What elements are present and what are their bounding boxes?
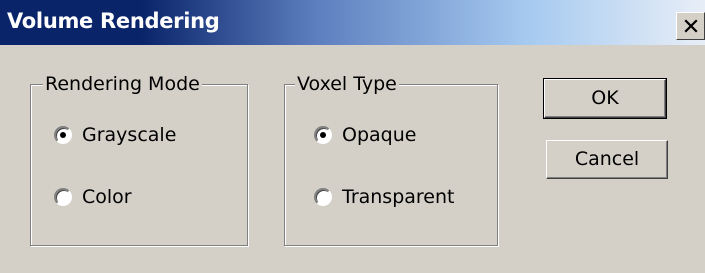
radio-grayscale-label: Grayscale bbox=[82, 124, 177, 146]
title-bar[interactable]: Volume Rendering bbox=[0, 0, 705, 45]
cancel-button[interactable]: Cancel bbox=[546, 140, 668, 179]
radio-transparent-label: Transparent bbox=[342, 186, 455, 208]
radio-grayscale[interactable]: Grayscale bbox=[54, 124, 176, 146]
close-icon bbox=[684, 19, 698, 33]
radio-unselected-icon[interactable] bbox=[54, 188, 72, 206]
window-title: Volume Rendering bbox=[7, 9, 220, 33]
ok-button[interactable]: OK bbox=[543, 78, 667, 119]
close-button[interactable] bbox=[676, 12, 705, 40]
rendering-mode-group: Rendering Mode Grayscale Color bbox=[30, 72, 248, 246]
radio-opaque-label: Opaque bbox=[342, 124, 417, 146]
radio-selected-icon[interactable] bbox=[54, 126, 72, 144]
rendering-mode-legend: Rendering Mode bbox=[43, 72, 202, 96]
radio-transparent[interactable]: Transparent bbox=[314, 186, 455, 208]
voxel-type-group: Voxel Type Opaque Transparent bbox=[284, 72, 498, 246]
volume-rendering-dialog: Volume Rendering Rendering Mode Grayscal… bbox=[0, 0, 705, 273]
voxel-type-legend: Voxel Type bbox=[295, 72, 399, 96]
radio-opaque[interactable]: Opaque bbox=[314, 124, 416, 146]
radio-color-label: Color bbox=[82, 186, 132, 208]
radio-selected-icon[interactable] bbox=[314, 126, 332, 144]
radio-color[interactable]: Color bbox=[54, 186, 132, 208]
radio-unselected-icon[interactable] bbox=[314, 188, 332, 206]
